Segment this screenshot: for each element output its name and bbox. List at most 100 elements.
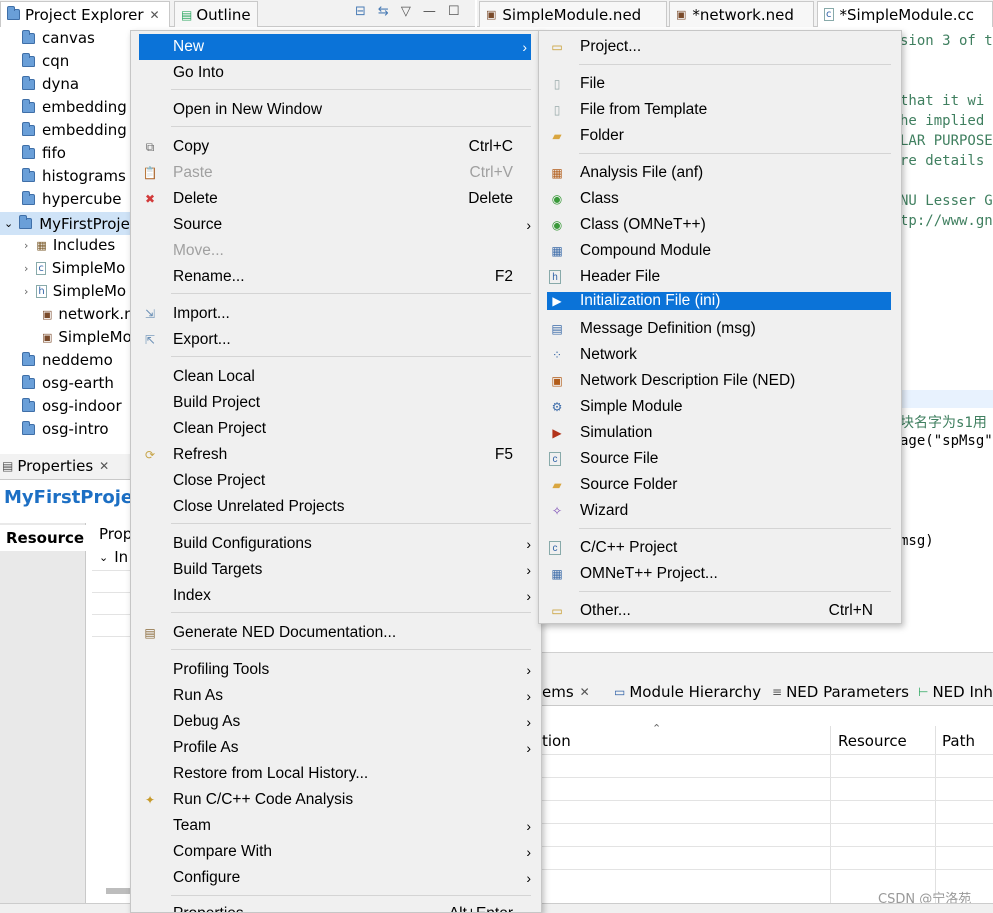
- menu-item-close-project[interactable]: Close Project: [131, 468, 541, 494]
- tree-item[interactable]: ▣ network.n: [42, 305, 134, 323]
- maximize-icon[interactable]: ☐: [448, 4, 460, 19]
- menu-item-delete[interactable]: ✖ Delete Delete: [131, 186, 541, 212]
- menu-item-rename[interactable]: Rename... F2: [131, 264, 541, 290]
- tree-item[interactable]: neddemo: [22, 351, 113, 369]
- submenu-item-class[interactable]: ◉ Class: [539, 186, 901, 212]
- submenu-item-project[interactable]: ▭ Project...: [539, 34, 901, 60]
- tab-simplemodule-ned[interactable]: ▣ SimpleModule.ned: [479, 1, 667, 27]
- submenu-item-source-file[interactable]: c Source File: [539, 446, 901, 472]
- minimize-icon[interactable]: —: [423, 4, 436, 19]
- tree-item[interactable]: canvas: [22, 29, 95, 47]
- tree-item[interactable]: › ▦ Includes: [24, 236, 115, 254]
- tree-item[interactable]: osg-earth: [22, 374, 114, 392]
- code-line: NU Lesser G: [900, 193, 993, 209]
- submenu-item-initialization-file-ini[interactable]: ▶ Initialization File (ini): [547, 292, 891, 310]
- menu-item-clean-local[interactable]: Clean Local: [131, 364, 541, 390]
- menu-item-import[interactable]: ⇲ Import...: [131, 301, 541, 327]
- tree-item[interactable]: osg-indoor: [22, 397, 122, 415]
- submenu-item-other[interactable]: ▭ Other... Ctrl+N: [539, 598, 901, 624]
- tree-item-selected-project[interactable]: ⌄ MyFirstProje: [0, 212, 135, 235]
- tab-properties[interactable]: ▤ Properties ✕: [2, 457, 109, 475]
- submenu-item-analysis-file-anf[interactable]: ▦ Analysis File (anf): [539, 160, 901, 186]
- close-icon[interactable]: ✕: [99, 459, 109, 473]
- tab-ned-inheritance[interactable]: ⊢ NED Inh: [918, 683, 993, 701]
- submenu-item-source-folder[interactable]: ▰ Source Folder: [539, 472, 901, 498]
- tree-item[interactable]: hypercube: [22, 190, 121, 208]
- menu-item-debug-as[interactable]: Debug As ›: [131, 709, 541, 735]
- menu-item-refresh[interactable]: ⟳ Refresh F5: [131, 442, 541, 468]
- submenu-item-simple-module[interactable]: ⚙ Simple Module: [539, 394, 901, 420]
- menu-item-close-unrelated-projects[interactable]: Close Unrelated Projects: [131, 494, 541, 520]
- menu-item-go-into[interactable]: Go Into: [131, 60, 541, 86]
- tree-item[interactable]: cqn: [22, 52, 69, 70]
- submenu-item-class-omnet[interactable]: ◉ Class (OMNeT++): [539, 212, 901, 238]
- column-path[interactable]: Path: [942, 732, 975, 750]
- close-icon[interactable]: ✕: [580, 685, 590, 699]
- view-menu-icon[interactable]: ▽: [401, 4, 411, 19]
- tree-item[interactable]: dyna: [22, 75, 79, 93]
- chevron-down-icon[interactable]: ⌄: [99, 551, 108, 564]
- tree-item[interactable]: embedding: [22, 98, 127, 116]
- tree-item[interactable]: ▣ SimpleMo: [42, 328, 132, 346]
- menu-item-export[interactable]: ⇱ Export...: [131, 327, 541, 353]
- menu-item-profile-as[interactable]: Profile As ›: [131, 735, 541, 761]
- chevron-down-icon[interactable]: ⌄: [4, 217, 13, 230]
- property-row[interactable]: ⌄ In: [99, 548, 128, 566]
- submenu-item-wizard[interactable]: ✧ Wizard: [539, 498, 901, 524]
- tree-item[interactable]: embedding: [22, 121, 127, 139]
- submenu-item-network-description-file-ned[interactable]: ▣ Network Description File (NED): [539, 368, 901, 394]
- menu-item-build-project[interactable]: Build Project: [131, 390, 541, 416]
- menu-item-source[interactable]: Source ›: [131, 212, 541, 238]
- menu-item-compare-with[interactable]: Compare With ›: [131, 839, 541, 865]
- menu-item-profiling-tools[interactable]: Profiling Tools ›: [131, 657, 541, 683]
- cpp-file-icon: c: [36, 261, 46, 275]
- tree-item[interactable]: osg-intro: [22, 420, 109, 438]
- menu-item-build-targets[interactable]: Build Targets ›: [131, 557, 541, 583]
- menu-item-open-in-new-window[interactable]: Open in New Window: [131, 97, 541, 123]
- tree-item[interactable]: histograms: [22, 167, 126, 185]
- tab-simplemodule-cc[interactable]: c *SimpleModule.cc: [817, 1, 993, 27]
- chevron-right-icon[interactable]: ›: [24, 239, 28, 252]
- menu-item-copy[interactable]: ⧉ Copy Ctrl+C: [131, 134, 541, 160]
- submenu-item-network[interactable]: ⁘ Network: [539, 342, 901, 368]
- submenu-item-message-definition-msg[interactable]: ▤ Message Definition (msg): [539, 316, 901, 342]
- tab-outline[interactable]: ▤ Outline: [174, 1, 258, 27]
- menu-item-index[interactable]: Index ›: [131, 583, 541, 609]
- link-editor-icon[interactable]: ⇆: [378, 4, 389, 19]
- tree-item[interactable]: fifo: [22, 144, 66, 162]
- submenu-item-omnet-project[interactable]: ▦ OMNeT++ Project...: [539, 561, 901, 587]
- horizontal-scrollbar[interactable]: [106, 888, 131, 894]
- submenu-item-simulation[interactable]: ▶ Simulation: [539, 420, 901, 446]
- submenu-item-folder[interactable]: ▰ Folder: [539, 123, 901, 149]
- tab-network-ned[interactable]: ▣ *network.ned: [669, 1, 814, 27]
- submenu-item-file[interactable]: ▯ File: [539, 71, 901, 97]
- menu-item-team[interactable]: Team ›: [131, 813, 541, 839]
- menu-item-configure[interactable]: Configure ›: [131, 865, 541, 891]
- submenu-item-compound-module[interactable]: ▦ Compound Module: [539, 238, 901, 264]
- collapse-all-icon[interactable]: ⊟: [355, 4, 366, 19]
- tree-item[interactable]: › h SimpleMo: [24, 282, 126, 300]
- menu-item-new[interactable]: New ›: [139, 34, 531, 60]
- menu-item-build-configurations[interactable]: Build Configurations ›: [131, 531, 541, 557]
- chevron-right-icon[interactable]: ›: [24, 262, 28, 275]
- menu-item-restore-from-local-history[interactable]: Restore from Local History...: [131, 761, 541, 787]
- menu-item-run-c-c-code-analysis[interactable]: ✦ Run C/C++ Code Analysis: [131, 787, 541, 813]
- tab-project-explorer[interactable]: Project Explorer ✕: [0, 1, 170, 27]
- menu-item-generate-ned-documentation[interactable]: ▤ Generate NED Documentation...: [131, 620, 541, 646]
- menu-item-run-as[interactable]: Run As ›: [131, 683, 541, 709]
- submenu-item-c-c-project[interactable]: c C/C++ Project: [539, 535, 901, 561]
- code-line: msg): [900, 533, 934, 549]
- submenu-item-header-file[interactable]: h Header File: [539, 264, 901, 290]
- chevron-right-icon[interactable]: ›: [24, 285, 28, 298]
- tab-module-hierarchy[interactable]: ▭ Module Hierarchy: [614, 683, 761, 701]
- column-description[interactable]: tion: [542, 732, 571, 750]
- menu-item-properties[interactable]: Properties Alt+Enter: [131, 901, 541, 912]
- tree-item[interactable]: › c SimpleMo: [24, 259, 125, 277]
- column-resource[interactable]: Resource: [838, 732, 907, 750]
- resource-tab[interactable]: Resource: [0, 525, 86, 551]
- tab-ned-parameters[interactable]: ≡ NED Parameters: [772, 683, 909, 701]
- tab-problems[interactable]: ems ✕: [542, 683, 590, 701]
- close-icon[interactable]: ✕: [150, 8, 160, 22]
- submenu-item-file-from-template[interactable]: ▯ File from Template: [539, 97, 901, 123]
- menu-item-clean-project[interactable]: Clean Project: [131, 416, 541, 442]
